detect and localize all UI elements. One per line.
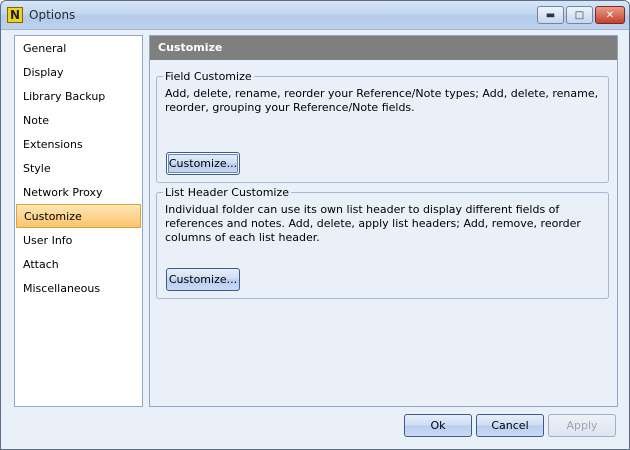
minimize-icon: ▬	[545, 9, 556, 21]
close-button[interactable]: ✕	[595, 6, 625, 24]
field-customize-description: Add, delete, rename, reorder your Refere…	[165, 87, 599, 114]
nav-item-note[interactable]: Note	[16, 109, 141, 133]
ok-button[interactable]: Ok	[404, 414, 472, 437]
apply-button[interactable]: Apply	[548, 414, 616, 437]
nav-item-miscellaneous[interactable]: Miscellaneous	[16, 277, 141, 301]
cancel-button[interactable]: Cancel	[476, 414, 544, 437]
options-category-list[interactable]: General Display Library Backup Note Exte…	[14, 35, 143, 407]
maximize-icon: □	[574, 9, 585, 21]
list-header-customize-title: List Header Customize	[163, 186, 292, 199]
nav-item-general[interactable]: General	[16, 37, 141, 61]
minimize-button[interactable]: ▬	[537, 6, 564, 24]
list-header-customize-button[interactable]: Customize...	[166, 268, 240, 291]
nav-item-extensions[interactable]: Extensions	[16, 133, 141, 157]
customize-panel: Customize Field Customize Add, delete, r…	[149, 35, 618, 407]
window-title: Options	[29, 8, 76, 22]
nav-item-style[interactable]: Style	[16, 157, 141, 181]
list-header-customize-group: List Header Customize Individual folder …	[156, 186, 609, 299]
list-header-customize-description: Individual folder can use its own list h…	[165, 203, 581, 244]
panel-title: Customize	[150, 36, 617, 60]
nav-item-customize[interactable]: Customize	[16, 204, 141, 228]
field-customize-button[interactable]: Customize...	[166, 152, 240, 175]
field-customize-title: Field Customize	[163, 70, 254, 83]
options-window: N Options ▬ □ ✕ General Display Library …	[0, 0, 630, 450]
close-icon: ✕	[605, 9, 615, 21]
nav-item-attach[interactable]: Attach	[16, 253, 141, 277]
field-customize-group: Field Customize Add, delete, rename, reo…	[156, 70, 609, 183]
maximize-button[interactable]: □	[566, 6, 593, 24]
nav-item-user-info[interactable]: User Info	[16, 229, 141, 253]
nav-item-library-backup[interactable]: Library Backup	[16, 85, 141, 109]
title-bar[interactable]: N Options ▬ □ ✕	[1, 1, 629, 30]
app-icon: N	[7, 7, 23, 23]
nav-item-display[interactable]: Display	[16, 61, 141, 85]
nav-item-network-proxy[interactable]: Network Proxy	[16, 181, 141, 205]
